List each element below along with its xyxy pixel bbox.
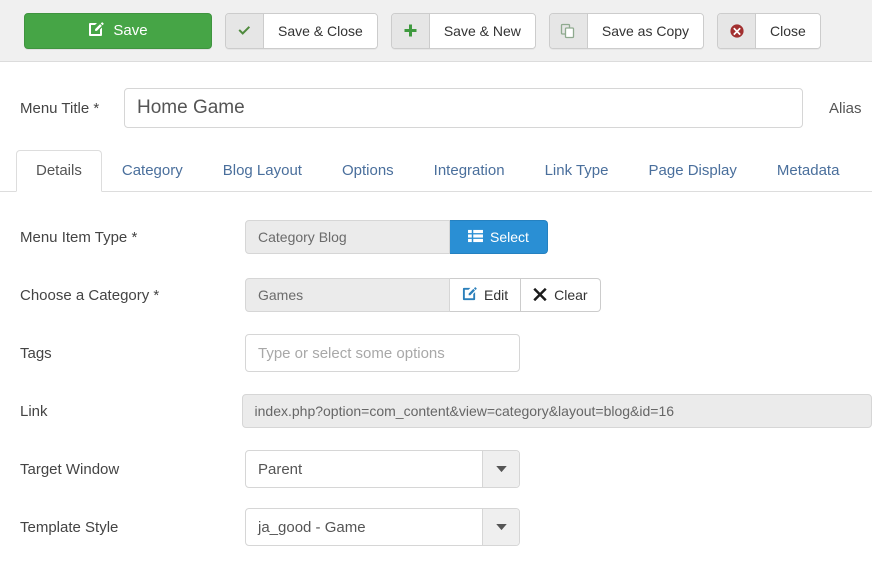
menu-item-type-field: Category Blog Select: [245, 220, 548, 254]
link-label: Link: [20, 402, 48, 420]
choose-category-edit-button[interactable]: Edit: [450, 278, 522, 312]
choose-category-clear-button[interactable]: Clear: [521, 278, 601, 312]
tags-input[interactable]: [245, 334, 520, 372]
close-button-label: Close: [756, 13, 820, 48]
tab-page-display[interactable]: Page Display: [629, 150, 757, 192]
choose-category-label: Choose a Category *: [20, 286, 160, 304]
tags-row: Tags: [0, 324, 872, 382]
copy-icon: [549, 13, 588, 48]
close-button[interactable]: Close: [717, 12, 821, 49]
choose-category-clear-label: Clear: [554, 287, 588, 303]
template-style-value: ja_good - Game: [258, 518, 366, 536]
save-button-label: Save: [113, 22, 148, 39]
details-form: Menu Item Type * Category Blog Select Ch…: [0, 192, 872, 556]
link-row: Link: [0, 382, 872, 440]
choose-category-field: Games Edit Clear: [245, 278, 601, 312]
check-icon: [226, 13, 264, 48]
menu-title-label: Menu Title *: [20, 99, 100, 117]
save-and-new-label: Save & New: [429, 13, 535, 48]
caret-down-icon: [482, 509, 519, 545]
save-as-copy-label: Save as Copy: [587, 13, 704, 48]
menu-item-type-select-button[interactable]: Select: [450, 220, 548, 254]
target-window-value: Parent: [258, 460, 303, 478]
pencil-square-icon: [88, 21, 105, 41]
choose-category-value: Games: [245, 278, 450, 312]
menu-title-input[interactable]: [124, 88, 803, 128]
tab-options[interactable]: Options: [322, 150, 414, 192]
menu-item-type-value: Category Blog: [245, 220, 450, 254]
menu-item-type-select-label: Select: [490, 229, 529, 245]
choose-category-edit-label: Edit: [484, 287, 509, 303]
choose-category-row: Choose a Category * Games Edit Clear: [0, 266, 872, 324]
tags-label: Tags: [20, 344, 52, 362]
save-as-copy-button[interactable]: Save as Copy: [548, 12, 705, 49]
template-style-label: Template Style: [20, 518, 119, 536]
editor-tabs: Details Category Blog Layout Options Int…: [0, 150, 872, 192]
link-input: [241, 394, 872, 428]
times-icon: [533, 287, 547, 304]
tab-link-type[interactable]: Link Type: [525, 150, 629, 192]
template-style-row: Template Style ja_good - Game: [0, 498, 872, 556]
template-style-select[interactable]: ja_good - Game: [245, 508, 520, 546]
menu-item-type-row: Menu Item Type * Category Blog Select: [0, 208, 872, 266]
save-button[interactable]: Save: [24, 12, 212, 49]
target-window-row: Target Window Parent: [0, 440, 872, 498]
tab-details[interactable]: Details: [16, 150, 102, 192]
tab-blog-layout[interactable]: Blog Layout: [203, 150, 322, 192]
editor-toolbar: Save Save & Close Save & New Save as Cop…: [0, 0, 872, 62]
tab-category[interactable]: Category: [102, 150, 203, 192]
tab-metadata[interactable]: Metadata: [757, 150, 860, 192]
pencil-square-icon: [462, 286, 477, 304]
list-icon: [468, 229, 483, 246]
save-and-new-button[interactable]: Save & New: [390, 12, 536, 49]
save-and-close-label: Save & Close: [264, 13, 377, 48]
caret-down-icon: [482, 451, 519, 487]
save-and-close-button[interactable]: Save & Close: [225, 12, 378, 49]
target-window-select[interactable]: Parent: [245, 450, 520, 488]
target-window-label: Target Window: [20, 460, 120, 478]
tab-integration[interactable]: Integration: [414, 150, 525, 192]
menu-title-row: Menu Title * Alias: [0, 62, 872, 128]
plus-icon: [391, 13, 430, 48]
alias-label: Alias: [829, 99, 862, 117]
remove-circle-icon: [718, 13, 757, 48]
menu-item-type-label: Menu Item Type *: [20, 228, 138, 246]
